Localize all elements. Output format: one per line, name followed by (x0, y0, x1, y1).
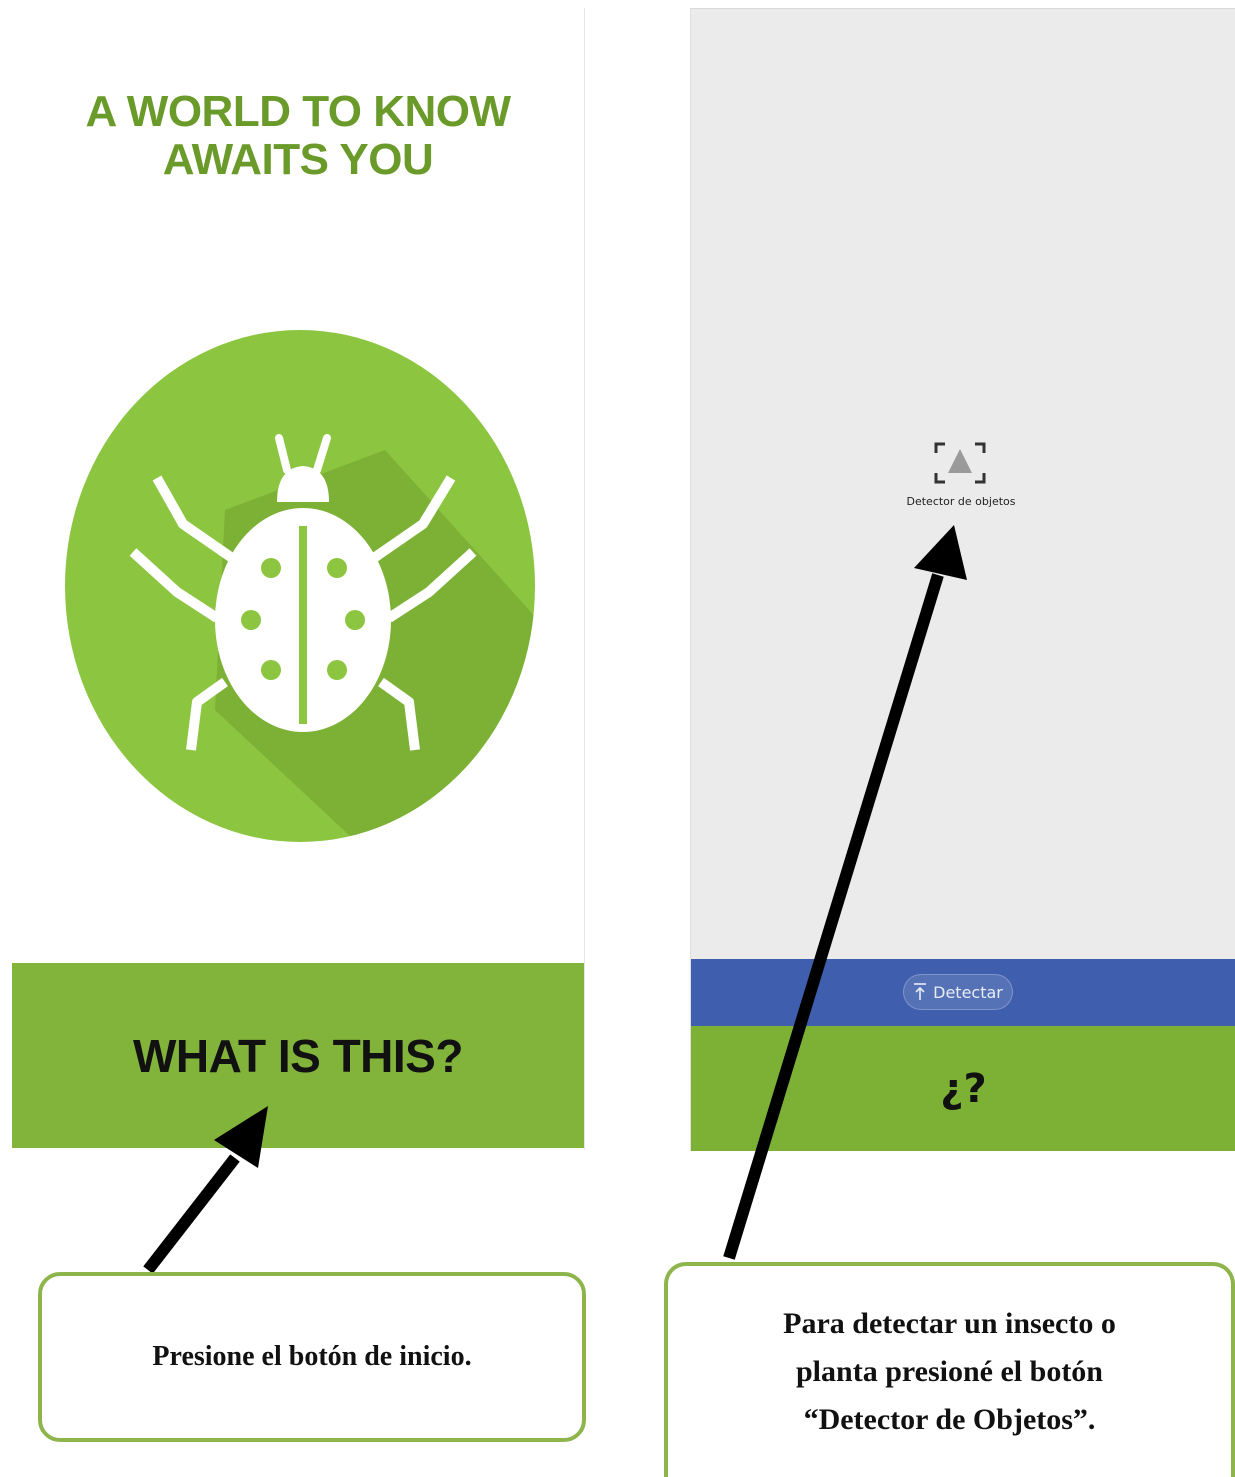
object-detector-option[interactable]: Detector de objetos (891, 439, 1031, 529)
welcome-title-line1: A WORLD TO KNOW (85, 87, 511, 136)
callout-right-line3: “Detector de Objetos”. (803, 1402, 1096, 1436)
welcome-title-line2: AWAITS YOU (162, 135, 434, 184)
welcome-screen: A WORLD TO KNOW AWAITS YOU WHAT IS THIS? (12, 8, 585, 1150)
ladybug-icon (65, 330, 535, 842)
bottom-bar: ¿? (691, 1026, 1235, 1151)
detect-button-label: Detectar (933, 982, 1003, 1002)
callout-right-line2: planta presioné el botón (796, 1354, 1103, 1388)
detector-screen: Detector de objetos Detectar ¿? (690, 8, 1235, 1151)
welcome-title: A WORLD TO KNOW AWAITS YOU (12, 88, 584, 184)
detector-label: Detector de objetos (906, 495, 1016, 508)
callout-start-instruction: Presione el botón de inicio. (38, 1272, 586, 1442)
upload-arrow-icon (914, 983, 927, 1000)
callout-detect-instruction: Para detectar un insecto o planta presio… (664, 1262, 1235, 1477)
help-button[interactable]: ¿? (691, 1026, 1235, 1151)
action-bar: Detectar (691, 959, 1235, 1026)
callout-right-line1: Para detectar un insecto o (783, 1306, 1116, 1340)
object-detection-icon (934, 442, 986, 484)
start-button[interactable]: WHAT IS THIS? (12, 963, 584, 1148)
detect-button[interactable]: Detectar (903, 974, 1013, 1010)
